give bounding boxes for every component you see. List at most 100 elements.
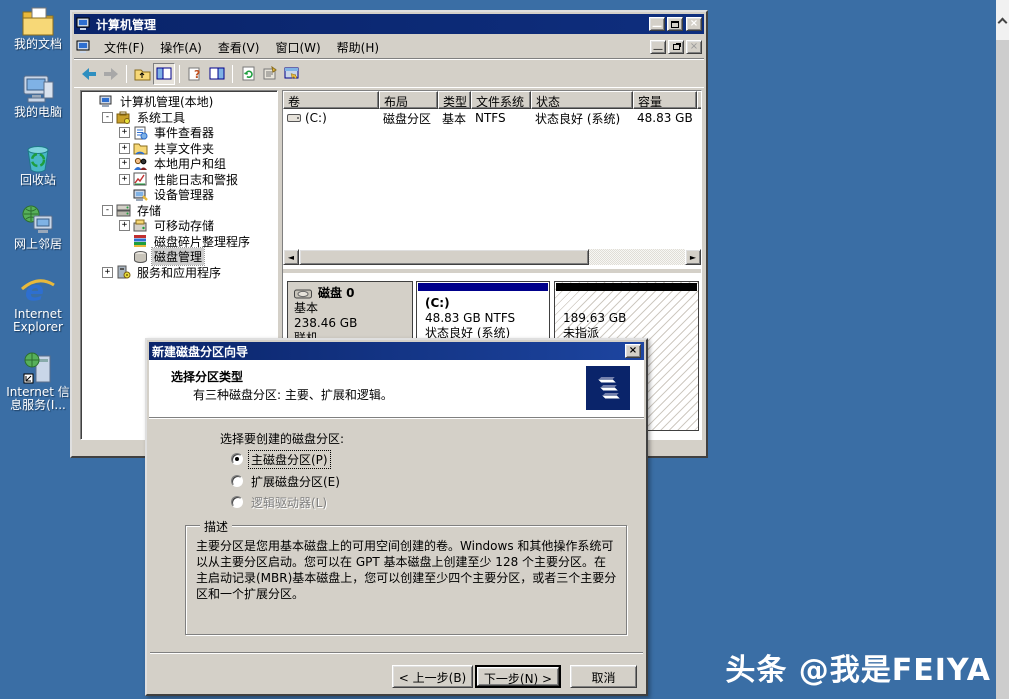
- partition-color-bar: [418, 283, 548, 291]
- desktop-icon-my-documents[interactable]: 我的文档: [6, 4, 70, 51]
- menu-file[interactable]: 文件(F): [96, 36, 152, 59]
- unallocated-size: 189.63 GB: [563, 311, 698, 326]
- capacity-cell: 48.83 GB: [633, 111, 697, 125]
- up-one-level-button[interactable]: [131, 63, 153, 85]
- disk-icon: [294, 288, 312, 300]
- users-icon: [133, 157, 148, 171]
- tree-item-label: 本地用户和组: [152, 155, 228, 172]
- desktop-icon-label: Internet Explorer: [6, 308, 70, 334]
- properties-icon: [262, 66, 278, 81]
- tree-expand-icon[interactable]: +: [119, 158, 130, 169]
- tree-item-disk-defragmenter[interactable]: 磁盘碎片整理程序: [85, 234, 277, 250]
- next-step-button[interactable]: 下一步(N) >: [475, 665, 561, 688]
- desktop-icon-network-places[interactable]: 网上邻居: [6, 204, 70, 251]
- menu-view[interactable]: 查看(V): [210, 36, 268, 59]
- column-header-free[interactable]: 空闲空间: [697, 91, 702, 109]
- back-button[interactable]: [78, 63, 100, 85]
- footer-separator: [150, 652, 643, 654]
- properties-button[interactable]: [259, 63, 281, 85]
- toolbar-separator: [179, 65, 180, 83]
- wizard-titlebar[interactable]: 新建磁盘分区向导 ×: [149, 342, 644, 360]
- tree-item-system-tools[interactable]: - 系统工具: [85, 110, 277, 126]
- tree-item-storage[interactable]: - 存储: [85, 203, 277, 219]
- close-button[interactable]: ×: [686, 17, 702, 31]
- tree-expand-icon[interactable]: +: [119, 220, 130, 231]
- toolbar-separator: [126, 65, 127, 83]
- layout-cell: 磁盘分区: [379, 110, 438, 127]
- desktop-icon-internet-explorer[interactable]: e Internet Explorer: [6, 272, 70, 334]
- child-restore-button[interactable]: [668, 40, 684, 54]
- back-step-button[interactable]: < 上一步(B): [392, 665, 473, 688]
- back-arrow-icon: [81, 67, 97, 81]
- desktop-icon-label: 我的电脑: [6, 106, 70, 119]
- action-pane-icon: [209, 67, 225, 80]
- child-minimize-button[interactable]: —: [650, 40, 666, 54]
- tree-item-disk-management[interactable]: 磁盘管理: [85, 249, 277, 265]
- help-page-icon: ?: [188, 66, 203, 81]
- tree-item-shared-folders[interactable]: + 共享文件夹: [85, 141, 277, 157]
- tree-item-local-users-groups[interactable]: + 本地用户和组: [85, 156, 277, 172]
- column-header-volume[interactable]: 卷: [283, 91, 379, 109]
- volume-row-c[interactable]: (C:) 磁盘分区 基本 NTFS 状态良好 (系统) 48.83 GB 3: [283, 109, 701, 127]
- tree-item-device-manager[interactable]: 设备管理器: [85, 187, 277, 203]
- volume-table-header: 卷 布局 类型 文件系统 状态 容量 空闲空间: [283, 91, 701, 109]
- tree-collapse-icon[interactable]: -: [102, 205, 113, 216]
- console-help-button[interactable]: [281, 63, 303, 85]
- tree-item-label: 服务和应用程序: [135, 264, 223, 281]
- refresh-button[interactable]: [237, 63, 259, 85]
- column-header-capacity[interactable]: 容量: [633, 91, 697, 109]
- column-header-status[interactable]: 状态: [531, 91, 633, 109]
- show-console-tree-button[interactable]: [153, 63, 175, 85]
- volume-list-hscrollbar[interactable]: ◄ ►: [283, 249, 701, 265]
- radio-extended-partition[interactable]: 扩展磁盘分区(E): [231, 473, 342, 489]
- scroll-right-arrow[interactable]: ►: [685, 249, 701, 265]
- scroll-left-arrow[interactable]: ◄: [283, 249, 299, 265]
- tree-item-performance-logs[interactable]: + 性能日志和警报: [85, 172, 277, 188]
- scrollbar-up-button[interactable]: [996, 0, 1009, 40]
- forward-button[interactable]: [100, 63, 122, 85]
- menu-window[interactable]: 窗口(W): [267, 36, 328, 59]
- minimize-button[interactable]: —: [649, 17, 665, 31]
- partition-type-prompt: 选择要创建的磁盘分区:: [220, 430, 344, 447]
- desktop-icon-my-computer[interactable]: 我的电脑: [6, 72, 70, 119]
- radio-unselected-icon: [231, 475, 243, 487]
- iis-icon: [20, 352, 56, 386]
- tree-expand-icon[interactable]: +: [119, 143, 130, 154]
- window-titlebar[interactable]: 计算机管理 — ×: [74, 14, 704, 34]
- column-header-fs[interactable]: 文件系统: [471, 91, 531, 109]
- disk-stack-icon: [586, 366, 630, 410]
- column-header-layout[interactable]: 布局: [379, 91, 438, 109]
- page-scrollbar[interactable]: [996, 0, 1009, 699]
- desktop-icon-recycle-bin[interactable]: 回收站: [6, 140, 70, 187]
- computer-icon: [99, 95, 114, 109]
- tree-item-services-applications[interactable]: + 服务和应用程序: [85, 265, 277, 281]
- tree-expand-icon[interactable]: +: [119, 174, 130, 185]
- recycle-bin-icon: [20, 140, 56, 174]
- wizard-close-button[interactable]: ×: [625, 344, 641, 358]
- maximize-button[interactable]: [667, 17, 683, 31]
- tree-expand-icon[interactable]: +: [119, 127, 130, 138]
- column-header-type[interactable]: 类型: [438, 91, 471, 109]
- defragmenter-icon: [133, 234, 148, 248]
- tree-expand-icon[interactable]: +: [102, 267, 113, 278]
- tree-item-removable-storage[interactable]: + 可移动存储: [85, 218, 277, 234]
- child-close-button[interactable]: ×: [686, 40, 702, 54]
- desktop-icon-iis[interactable]: Internet 信息服务(I...: [6, 352, 70, 412]
- tree-item-computer-management[interactable]: 计算机管理(本地): [85, 94, 277, 110]
- next-step-button-label: 下一步(N) >: [477, 667, 559, 686]
- tree-item-event-viewer[interactable]: + 事件查看器: [85, 125, 277, 141]
- tree-item-label: 性能日志和警报: [152, 171, 240, 188]
- help-topics-button[interactable]: ?: [184, 63, 206, 85]
- tree-item-label: 系统工具: [135, 109, 187, 126]
- scroll-thumb[interactable]: [299, 249, 589, 265]
- tree-collapse-icon[interactable]: -: [102, 112, 113, 123]
- tree-item-label: 计算机管理(本地): [118, 93, 215, 110]
- show-action-pane-button[interactable]: [206, 63, 228, 85]
- menu-action[interactable]: 操作(A): [152, 36, 210, 59]
- fs-cell: NTFS: [471, 111, 531, 125]
- tree-item-label: 可移动存储: [152, 217, 216, 234]
- menu-help[interactable]: 帮助(H): [329, 36, 387, 59]
- console-tree-icon: [156, 67, 172, 80]
- radio-primary-partition[interactable]: 主磁盘分区(P): [231, 451, 330, 467]
- cancel-button[interactable]: 取消: [570, 665, 637, 688]
